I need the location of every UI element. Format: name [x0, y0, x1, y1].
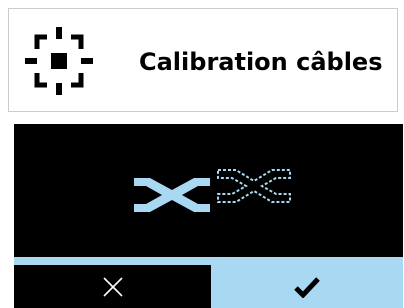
calibration-screen	[14, 124, 403, 308]
status-line	[14, 257, 403, 265]
page-title: Calibration câbles	[139, 48, 383, 76]
cancel-button[interactable]	[14, 265, 211, 308]
confirm-button[interactable]	[211, 265, 403, 308]
cable-crossing-icon	[132, 166, 292, 216]
target-crosshair-icon	[25, 27, 93, 95]
header-panel: Calibration câbles	[8, 8, 398, 112]
